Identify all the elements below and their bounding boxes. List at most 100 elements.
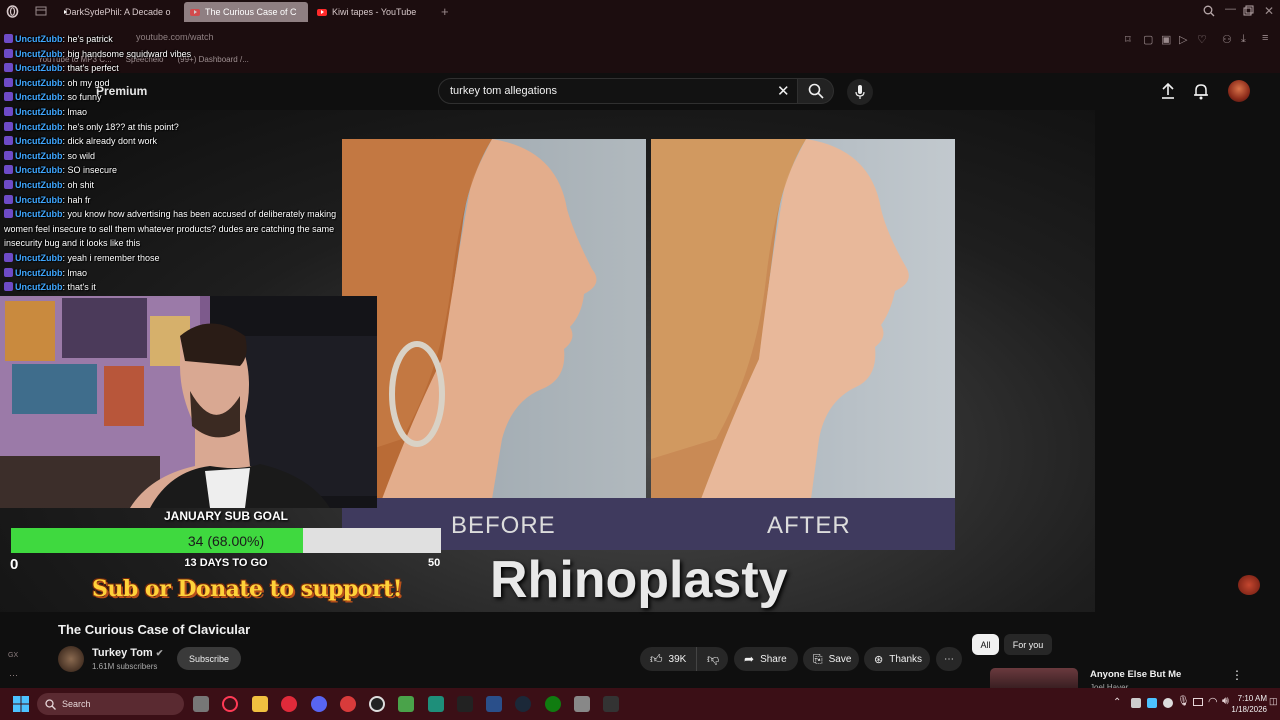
chat-username: UncutZubb — [15, 150, 63, 161]
tray-app-icon[interactable] — [1163, 698, 1173, 708]
chat-message: UncutZubb: that's perfect — [4, 61, 359, 76]
menu-icon[interactable]: ≡ — [1262, 32, 1268, 44]
chat-username: UncutZubb — [15, 106, 63, 117]
tab-curious-case[interactable]: The Curious Case of C — [184, 2, 308, 22]
filter-chip-all[interactable]: All — [972, 634, 999, 655]
filter-chip-for-you[interactable]: For you — [1004, 634, 1052, 655]
share-label: Share — [760, 653, 787, 665]
search-button[interactable] — [798, 78, 834, 104]
chat-text: dick already dont work — [67, 136, 158, 147]
profile-icon[interactable]: ⚇ — [1222, 33, 1232, 46]
share-button[interactable]: ➦ Share — [734, 647, 798, 671]
snapshot-icon[interactable]: ▢ — [1143, 33, 1153, 46]
obs-icon[interactable] — [369, 696, 385, 712]
discord-icon[interactable] — [311, 696, 327, 712]
maximize-icon[interactable] — [1243, 5, 1254, 19]
chat-message: UncutZubb: hah fr — [4, 193, 359, 208]
gx-sidebar-label[interactable]: GX — [8, 652, 18, 659]
more-actions-button[interactable]: ⋯ — [936, 647, 962, 671]
tab-overview-icon[interactable] — [35, 6, 47, 19]
chat-message: UncutZubb: you know how advertising has … — [4, 209, 337, 249]
search-input-value: turkey tom allegations — [450, 85, 557, 97]
app-icon[interactable] — [457, 696, 473, 712]
save-button[interactable]: ⎘ Save — [803, 647, 859, 671]
chat-message: UncutZubb: he's patrick — [4, 32, 359, 47]
player-icon[interactable]: ▷ — [1179, 33, 1187, 46]
dislike-button[interactable]: 👎︎ — [696, 647, 728, 671]
voice-search-icon[interactable] — [847, 79, 873, 105]
chat-message: UncutZubb: dick already dont work — [4, 134, 359, 149]
channel-avatar[interactable] — [58, 646, 84, 672]
task-view-icon[interactable] — [193, 696, 209, 712]
chat-message: UncutZubb: big handsome squidward vibes — [4, 47, 359, 62]
app-icon[interactable] — [340, 696, 356, 712]
windows-taskbar — [0, 688, 1280, 720]
app-icon[interactable] — [603, 696, 619, 712]
like-button[interactable]: 👍︎ 39K — [640, 647, 696, 671]
clock-time[interactable]: 7:10 AM — [1237, 694, 1267, 703]
more-icon[interactable]: ⋯ — [9, 670, 18, 681]
tab-darksydephil[interactable]: DarkSydePhil: A Decade o — [54, 2, 176, 22]
channel-watermark[interactable] — [1238, 575, 1260, 595]
taskbar-search-box[interactable]: Search — [37, 693, 184, 715]
video-title: The Curious Case of Clavicular — [58, 622, 251, 637]
app-icon[interactable] — [428, 696, 444, 712]
chat-message: UncutZubb: lmao — [4, 105, 359, 120]
clear-search-icon[interactable]: ✕ — [777, 82, 790, 100]
chat-message: UncutZubb: oh my god — [4, 76, 359, 91]
save-label: Save — [828, 653, 852, 665]
chat-username: UncutZubb — [15, 34, 63, 44]
volume-icon[interactable]: 🔊︎ — [1222, 695, 1229, 708]
chat-text: he's patrick — [67, 34, 113, 44]
notifications-icon[interactable]: ◫ — [1269, 696, 1278, 707]
clock-date[interactable]: 1/18/2026 — [1229, 705, 1267, 714]
tray-app-icon[interactable] — [1131, 698, 1141, 708]
app-icon[interactable] — [398, 696, 414, 712]
heart-icon[interactable]: ♡ — [1197, 33, 1207, 46]
channel-name[interactable]: Turkey Tom ✔ — [92, 647, 163, 659]
subscribe-button[interactable]: Subscribe — [177, 647, 241, 670]
tray-chevron-icon[interactable]: ⌃ — [1113, 697, 1121, 708]
tab-kiwi-tapes[interactable]: Kiwi tapes - YouTube — [311, 2, 433, 22]
wallet-icon[interactable]: ▣ — [1161, 33, 1171, 46]
download-icon[interactable]: ⤓ — [1241, 33, 1246, 46]
opera-logo-icon[interactable] — [6, 5, 19, 21]
opera-gx-taskbar-icon[interactable] — [222, 696, 238, 712]
youtube-favicon-icon — [317, 8, 327, 16]
steam-icon[interactable] — [515, 696, 531, 712]
chat-message: UncutZubb: lmao — [4, 266, 359, 281]
windows-start-icon[interactable] — [13, 696, 29, 717]
new-tab-icon[interactable]: + — [441, 4, 449, 19]
subscriber-count: 1.61M subscribers — [92, 662, 158, 671]
xbox-icon[interactable] — [545, 696, 561, 712]
thanks-label: Thanks — [889, 653, 923, 665]
thumbs-up-icon: 👍︎ — [650, 651, 663, 666]
opera-taskbar-icon[interactable] — [281, 696, 297, 712]
app-icon[interactable] — [486, 696, 502, 712]
close-window-icon[interactable]: ✕ — [1264, 4, 1274, 18]
sub-badge-icon — [4, 282, 13, 292]
bookmark-icon[interactable]: ⌑ — [1125, 33, 1131, 46]
minimize-icon[interactable]: — — [1225, 3, 1236, 15]
chat-username: UncutZubb — [15, 63, 63, 74]
notifications-bell-icon[interactable] — [1193, 82, 1209, 105]
display-tray-icon[interactable] — [1193, 698, 1203, 706]
up-next-title[interactable]: Anyone Else But Me — [1090, 669, 1181, 680]
search-tabs-icon[interactable] — [1203, 5, 1215, 20]
file-explorer-icon[interactable] — [252, 696, 268, 712]
thanks-button[interactable]: ⊛ Thanks — [864, 647, 930, 671]
microphone-tray-icon[interactable]: 🎙︎ — [1177, 696, 1190, 707]
chat-username: UncutZubb — [15, 121, 63, 132]
app-icon[interactable] — [574, 696, 590, 712]
wifi-icon[interactable]: ◠ — [1208, 695, 1218, 708]
tray-app-icon[interactable] — [1147, 698, 1157, 708]
chat-message: UncutZubb: so wild — [4, 149, 359, 164]
search-input[interactable]: turkey tom allegations ✕ — [438, 78, 798, 104]
chat-text: that's perfect — [67, 63, 119, 74]
user-avatar[interactable] — [1228, 80, 1250, 102]
up-next-menu-icon[interactable]: ⋮ — [1231, 668, 1243, 682]
sub-badge-icon — [4, 121, 13, 131]
up-next-thumbnail[interactable] — [990, 668, 1078, 688]
before-photo — [342, 139, 646, 499]
upload-icon[interactable] — [1160, 82, 1176, 105]
